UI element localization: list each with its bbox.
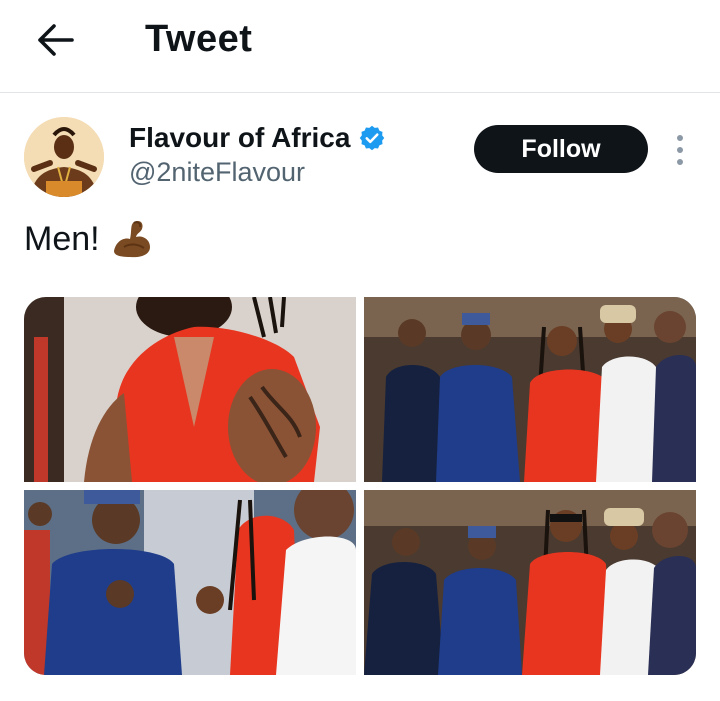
top-bar: Tweet <box>0 0 720 93</box>
author-name-row: Flavour of Africa <box>129 120 386 156</box>
tweet-author: Flavour of Africa @2niteFlavour Follow <box>0 93 720 203</box>
more-options-icon[interactable] <box>668 133 692 167</box>
author-name[interactable]: Flavour of Africa <box>129 122 350 154</box>
tweet-photo-1[interactable] <box>24 297 356 482</box>
tweet-photo-4[interactable] <box>364 490 696 675</box>
tweet-photo-3[interactable] <box>24 490 356 675</box>
tweet-text-content: Men! <box>24 219 100 258</box>
tweet-media-grid <box>24 297 696 675</box>
author-handle[interactable]: @2niteFlavour <box>129 157 305 188</box>
avatar[interactable] <box>24 117 104 197</box>
follow-button[interactable]: Follow <box>474 125 648 173</box>
back-arrow-icon[interactable] <box>36 22 76 58</box>
verified-badge-icon <box>360 125 385 151</box>
tweet-photo-2[interactable] <box>364 297 696 482</box>
flexed-biceps-emoji-icon <box>113 220 150 258</box>
tweet-text: Men! <box>24 217 154 261</box>
page-title: Tweet <box>145 18 253 60</box>
